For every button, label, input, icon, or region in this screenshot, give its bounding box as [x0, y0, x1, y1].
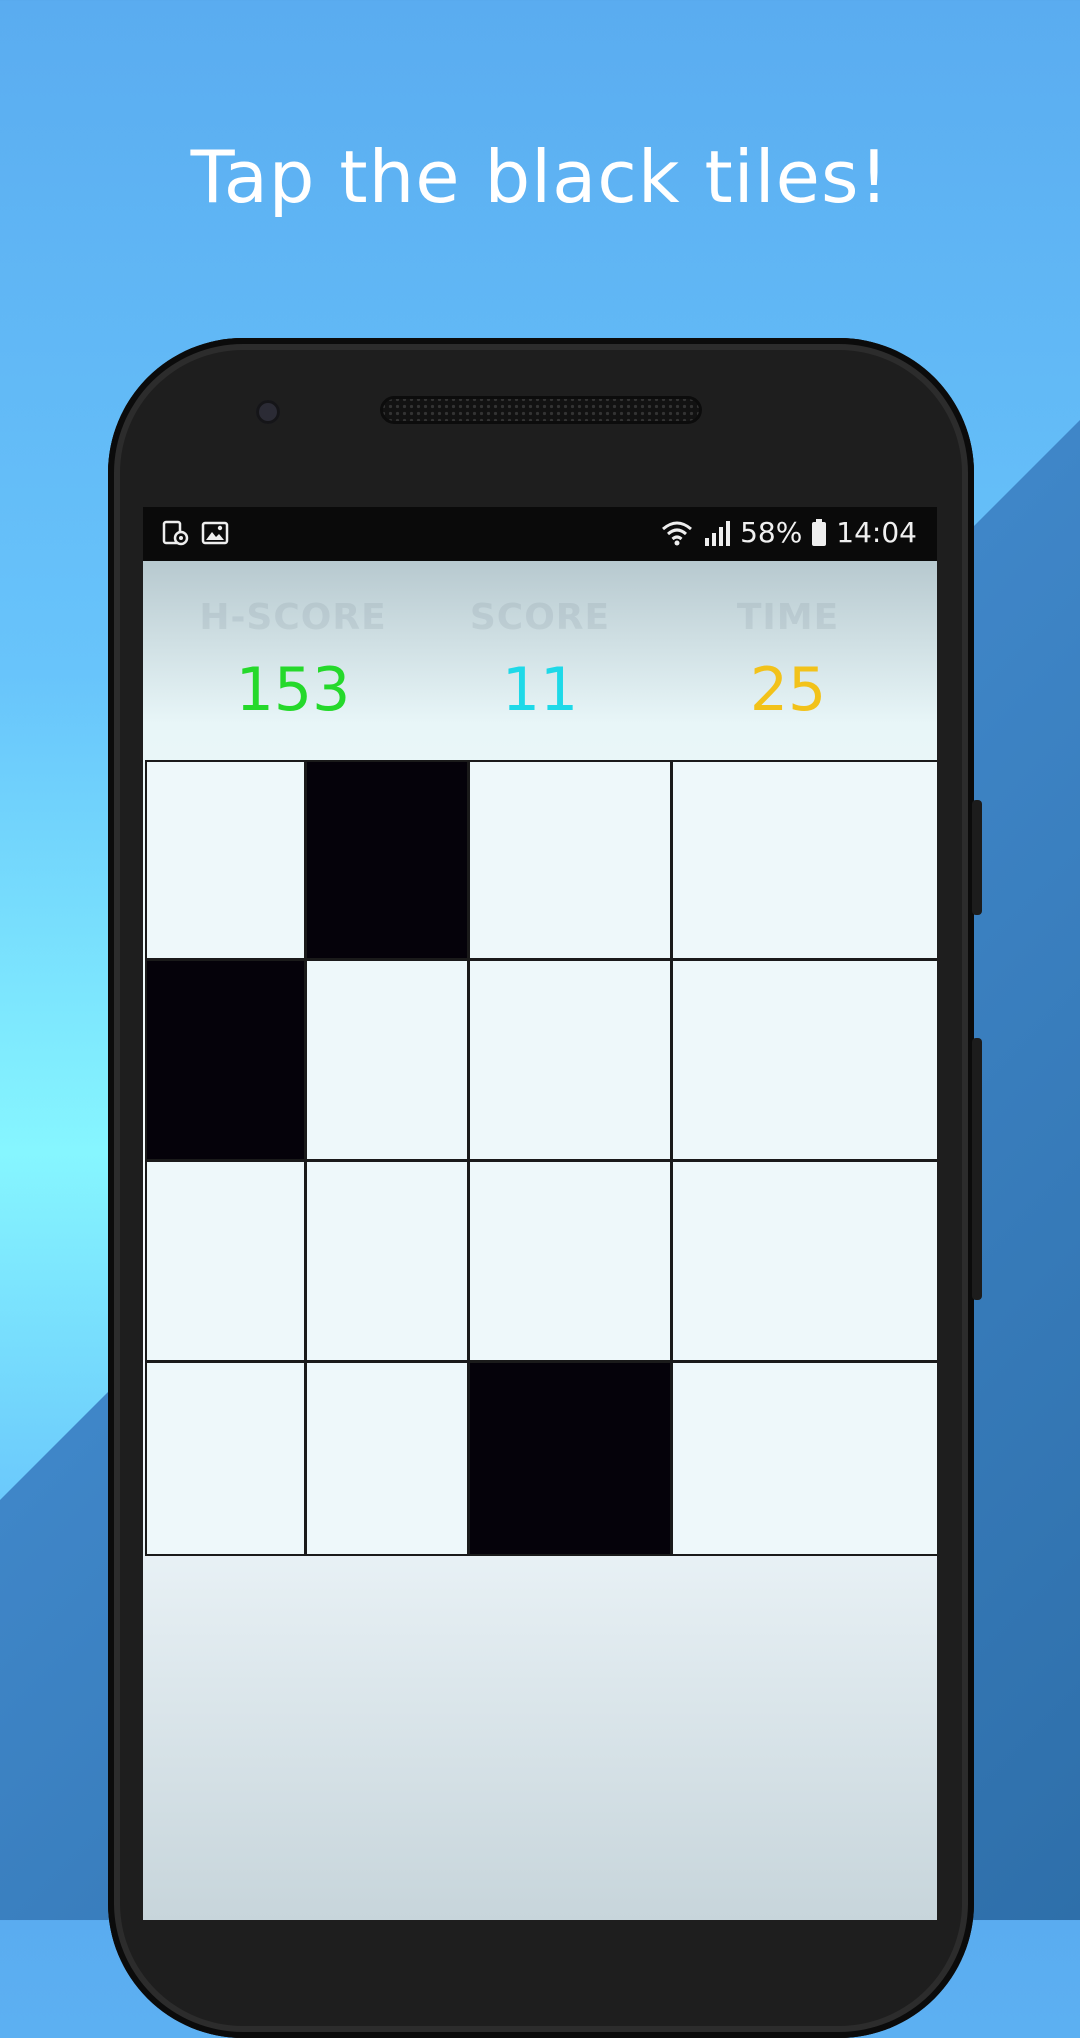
white-tile[interactable] — [470, 762, 670, 958]
white-tile[interactable] — [673, 1162, 937, 1360]
phone-power-button — [972, 800, 982, 915]
white-tile[interactable] — [147, 1363, 304, 1554]
signal-icon — [705, 520, 731, 546]
time-value: 25 — [749, 655, 827, 725]
score-label: SCORE — [469, 597, 611, 638]
front-camera — [256, 400, 280, 424]
scoreboard: H-SCORE 153 SCORE 11 TIME 25 — [143, 561, 937, 725]
empty-play-area — [143, 1553, 937, 1920]
phone-screen: 58% 14:04 H-SCORE 153 SCORE 11 TIME 25 — [143, 507, 937, 1920]
white-tile[interactable] — [307, 1363, 467, 1554]
battery-icon — [812, 518, 827, 546]
white-tile[interactable] — [307, 961, 467, 1159]
tile-grid — [145, 760, 937, 1556]
time-label: TIME — [736, 597, 840, 638]
wifi-icon — [662, 521, 693, 545]
black-tile[interactable] — [307, 762, 467, 958]
black-tile[interactable] — [470, 1363, 670, 1554]
phone-volume-button — [972, 1038, 982, 1300]
white-tile[interactable] — [673, 961, 937, 1159]
status-time: 14:04 — [836, 516, 917, 549]
battery-percent: 58% — [740, 516, 803, 549]
white-tile[interactable] — [147, 762, 304, 958]
white-tile[interactable] — [307, 1162, 467, 1360]
screen-record-icon — [162, 520, 189, 546]
status-bar: 58% 14:04 — [143, 507, 937, 561]
image-icon — [201, 521, 229, 545]
score-value: 11 — [501, 655, 579, 725]
earpiece-speaker — [380, 396, 702, 424]
black-tile[interactable] — [147, 961, 304, 1159]
white-tile[interactable] — [470, 961, 670, 1159]
white-tile[interactable] — [673, 762, 937, 958]
white-tile[interactable] — [673, 1363, 937, 1554]
white-tile[interactable] — [147, 1162, 304, 1360]
hscore-label: H-SCORE — [199, 597, 387, 638]
white-tile[interactable] — [470, 1162, 670, 1360]
hscore-value: 153 — [235, 655, 351, 725]
headline: Tap the black tiles! — [190, 135, 890, 219]
